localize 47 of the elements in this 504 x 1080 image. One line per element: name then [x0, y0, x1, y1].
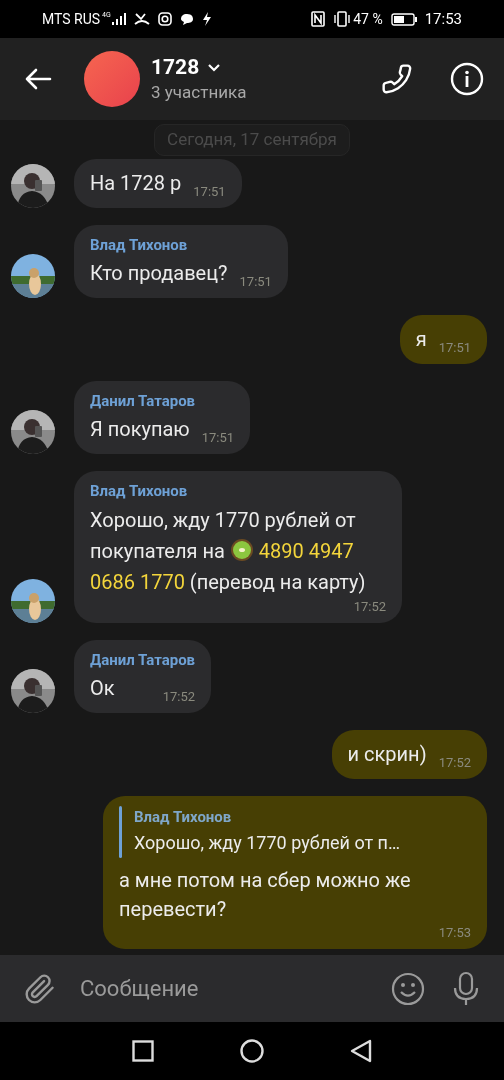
- participant-count: 3 участника: [151, 81, 247, 104]
- message-text: Ок: [90, 674, 116, 702]
- message-text: и скрин): [347, 740, 427, 768]
- signal-icon: [111, 13, 126, 25]
- phone-icon[interactable]: [381, 63, 413, 95]
- carrier-name: MTS RUS: [42, 9, 101, 29]
- sender-name: Влад Тихонов: [90, 480, 189, 501]
- chevron-down-icon[interactable]: [207, 62, 222, 72]
- reply-sender: Влад Тихонов: [134, 806, 233, 828]
- group-avatar: [84, 51, 140, 107]
- missed-call-icon: [133, 12, 150, 26]
- message-time: 17:53: [438, 923, 471, 942]
- sender-name: Влад Тихонов: [90, 234, 189, 255]
- sender-name: Данил Татаров: [90, 390, 197, 411]
- message-composer[interactable]: Сообщение: [0, 955, 504, 1022]
- message-text: Кто продавец?: [90, 259, 228, 287]
- message-text: Хорошо, жду 1770 рублей от покупателя на 4890 4947 0686 1770 (перевод на карту): [90, 506, 367, 596]
- clock-time: 17:53: [424, 8, 462, 30]
- kiwi-icon: [229, 537, 254, 562]
- chat-bubble-icon: [179, 12, 194, 26]
- message-time: 17:51: [193, 182, 226, 201]
- message-time: 17:51: [438, 338, 471, 357]
- reply-text: Хорошо, жду 1770 рублей от п…: [134, 830, 401, 855]
- info-icon[interactable]: [450, 62, 484, 96]
- back-arrow-icon[interactable]: [24, 67, 52, 91]
- message-text: я: [415, 325, 427, 353]
- lightning-icon: [201, 12, 212, 26]
- nfc-icon: [311, 11, 326, 27]
- message-text: На 1728 р: [90, 169, 182, 197]
- vibrate-icon: [333, 11, 352, 27]
- chat-title: 1728: [151, 54, 200, 80]
- message-time: 17:52: [353, 597, 386, 616]
- circle-icon[interactable]: [240, 1039, 264, 1063]
- camera-icon: [157, 12, 172, 26]
- message-text: а мне потом на сбер можно же перевести?: [119, 866, 412, 923]
- smiley-icon[interactable]: [391, 971, 425, 1006]
- message-time: 17:52: [438, 753, 471, 772]
- battery-icon: [390, 12, 417, 26]
- message-time: 17:51: [201, 428, 235, 447]
- square-icon[interactable]: [132, 1040, 154, 1062]
- battery-percent: 47 %: [353, 9, 383, 29]
- message-time: 17:52: [162, 687, 196, 706]
- microphone-icon[interactable]: [452, 970, 480, 1007]
- message-text: Я покупаю: [90, 415, 190, 443]
- sender-name: Данил Татаров: [90, 649, 196, 670]
- message-time: 17:51: [239, 272, 272, 291]
- triangle-icon[interactable]: [350, 1039, 372, 1063]
